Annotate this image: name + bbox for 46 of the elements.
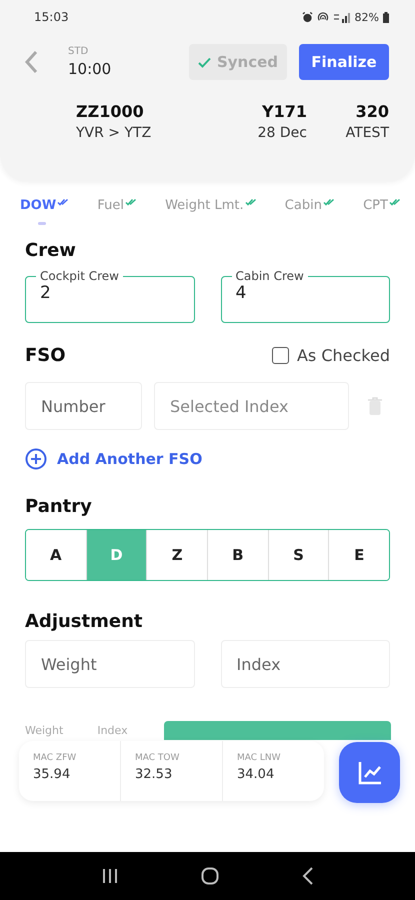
home-icon[interactable] xyxy=(200,867,218,885)
battery-level: 82% xyxy=(354,10,379,24)
std-time: 10:00 xyxy=(68,60,112,78)
status-time: 15:03 xyxy=(34,10,69,24)
aircraft-config: ATEST xyxy=(346,125,389,141)
flight-number: ZZ1000 xyxy=(76,102,145,121)
crew-input[interactable]: 2 xyxy=(40,283,194,303)
section-title: Adjustment xyxy=(25,611,144,632)
section-title: FSO xyxy=(25,345,66,366)
crew-input[interactable]: 4 xyxy=(236,283,389,303)
chart-icon xyxy=(356,760,382,786)
pantry-option[interactable]: A xyxy=(26,530,87,580)
crew-field[interactable]: Cabin Crew 4 xyxy=(220,269,390,323)
summary-value: 35.94 xyxy=(33,767,72,782)
summary-label: MAC TOW xyxy=(135,753,180,763)
recent-apps-icon[interactable] xyxy=(102,868,118,884)
finalize-button[interactable]: Finalize xyxy=(299,44,389,80)
flight-route: YVR > YTZ xyxy=(76,125,152,141)
summary-label: MAC ZFW xyxy=(33,753,78,763)
as-checked-checkbox[interactable]: As Checked xyxy=(272,346,390,365)
aircraft-registration: Y171 xyxy=(262,102,307,121)
flight-date: 28 Dec xyxy=(258,125,307,141)
summary-value: 34.04 xyxy=(237,767,276,782)
battery-icon xyxy=(383,12,389,22)
tab[interactable]: DOW xyxy=(20,198,70,220)
number-field[interactable]: Number xyxy=(25,382,142,430)
add-fso-link[interactable]: Add Another FSO xyxy=(25,448,202,470)
column-label: Weight xyxy=(25,724,64,737)
summary-value: 32.53 xyxy=(135,767,174,782)
back-nav-icon[interactable] xyxy=(302,867,314,885)
signal-icon xyxy=(332,12,351,22)
plus-circle-icon xyxy=(25,448,47,470)
selected-index-field[interactable]: Selected Index xyxy=(154,382,349,430)
crew-field[interactable]: Cockpit Crew 2 xyxy=(25,269,194,323)
column-label: Index xyxy=(97,724,128,737)
hotspot-icon xyxy=(316,12,329,22)
section-title: Crew xyxy=(25,240,77,261)
alarm-icon xyxy=(302,12,313,22)
weight-field[interactable]: Weight xyxy=(25,640,194,688)
summary-label: MAC LNW xyxy=(237,753,282,763)
tab-indicator xyxy=(38,222,46,225)
index-field[interactable]: Index xyxy=(220,640,390,688)
std-label: STD xyxy=(68,46,90,57)
aircraft-type: 320 xyxy=(356,102,389,121)
chart-button[interactable] xyxy=(339,742,400,803)
section-title: Pantry xyxy=(25,496,93,517)
